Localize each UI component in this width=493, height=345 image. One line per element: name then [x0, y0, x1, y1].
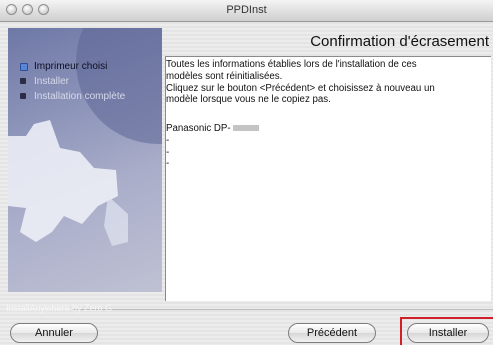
step-label: Installer	[34, 76, 70, 87]
message-text: Toutes les informations établies lors de…	[166, 59, 484, 106]
installanywhere-credit: InstallAnywhere by Zero G	[6, 303, 113, 313]
step-install-complete: Installation complète	[18, 90, 125, 103]
title-bar: PPDInst	[0, 0, 493, 22]
step-pending-bullet-icon	[20, 78, 26, 84]
redacted-model-number	[232, 125, 259, 132]
step-pending-bullet-icon	[20, 93, 26, 99]
message-panel: Toutes les informations établies lors de…	[165, 56, 491, 301]
message-line: modèle lorsque vous ne le copiez pas.	[166, 94, 331, 106]
message-line: Cliquez sur le bouton <Précédent> et cho…	[166, 82, 435, 94]
product-label: Panasonic DP-	[166, 123, 231, 134]
product-dash: -	[166, 134, 170, 146]
steps-panel: Imprimeur choisi Installer Installation …	[8, 28, 162, 292]
step-label: Installation complète	[34, 91, 126, 102]
product-name: Panasonic DP-	[166, 123, 484, 135]
step-label: Imprimeur choisi	[34, 61, 108, 72]
installer-window: PPDInst Imprimeur choisi Installer Insta…	[0, 0, 493, 345]
product-dash: -	[166, 158, 170, 170]
previous-button[interactable]: Précédent	[288, 323, 376, 343]
footer-divider	[72, 309, 493, 310]
product-dash: -	[166, 146, 170, 158]
step-current-bullet-icon	[20, 63, 28, 71]
step-install: Installer	[18, 75, 125, 88]
message-line: Toutes les informations établies lors de…	[166, 59, 417, 70]
page-title: Confirmation d'écrasement	[310, 33, 489, 50]
message-line: modèles sont réinitialisées.	[166, 70, 283, 82]
product-list: Panasonic DP- - - -	[166, 123, 484, 170]
cancel-button[interactable]: Annuler	[10, 323, 98, 343]
steps-list: Imprimeur choisi Installer Installation …	[18, 60, 125, 105]
step-printer-chosen: Imprimeur choisi	[18, 60, 125, 73]
install-button-highlight	[400, 317, 493, 345]
window-title: PPDInst	[226, 4, 267, 16]
